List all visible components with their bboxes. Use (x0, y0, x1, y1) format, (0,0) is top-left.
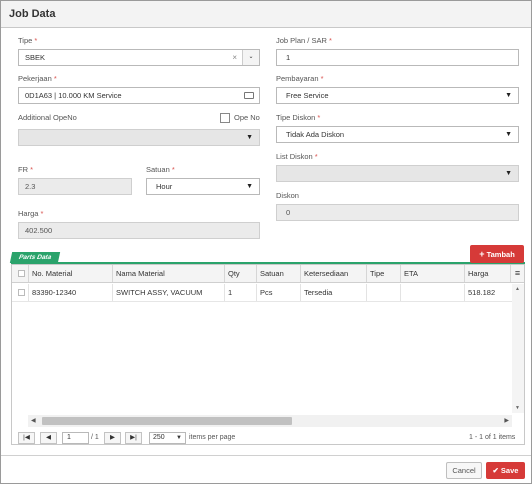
pekerjaan-input[interactable]: 0D1A63 | 10.000 KM Service (18, 87, 260, 104)
parts-grid: No. Material Nama Material Qty Satuan Ke… (11, 264, 525, 445)
scrollbar-thumb[interactable] (42, 417, 292, 425)
add-part-button[interactable]: + Tambah (470, 245, 524, 263)
chevron-down-icon: ▼ (505, 131, 512, 138)
harga-label: Harga * (18, 209, 44, 218)
ope-no-label: Ope No (234, 113, 260, 122)
col-header-qty[interactable]: Qty (224, 265, 256, 282)
cell-ketersediaan: Tersedia (300, 284, 366, 301)
cell-eta (400, 284, 464, 301)
chevron-down-icon: ▼ (246, 134, 253, 141)
first-page-button[interactable]: |◀ (18, 432, 35, 444)
col-header-harga[interactable]: Harga (464, 265, 510, 282)
diskon-value: 0 (286, 208, 291, 217)
scroll-right-icon[interactable]: ▶ (504, 417, 509, 424)
pekerjaan-label: Pekerjaan * (18, 74, 57, 83)
save-label: Save (500, 466, 519, 475)
check-icon: ✔ (492, 466, 499, 475)
next-page-icon: ▶ (110, 434, 115, 441)
scroll-left-icon[interactable]: ◀ (31, 417, 36, 424)
page-input[interactable]: 1 (62, 432, 89, 444)
cell-tipe (366, 284, 400, 301)
chevron-down-icon: ▼ (176, 435, 182, 441)
tipe-diskon-select[interactable]: Tidak Ada Diskon ▼ (276, 126, 519, 143)
pekerjaan-value: 0D1A63 | 10.000 KM Service (25, 91, 122, 100)
col-header-tipe[interactable]: Tipe (366, 265, 400, 282)
page-total: / 1 (91, 434, 99, 441)
cell-nama-material: SWITCH ASSY, VACUUM (112, 284, 224, 301)
page-size-select[interactable]: 250 ▼ (149, 432, 186, 444)
cancel-label: Cancel (452, 466, 476, 475)
satuan-select[interactable]: Hour ▼ (146, 178, 260, 195)
ope-no-checkbox[interactable] (220, 113, 230, 123)
table-row[interactable]: 83390-12340 SWITCH ASSY, VACUUM 1 Pcs Te… (12, 284, 512, 302)
chevron-down-icon: ▼ (246, 183, 253, 190)
col-header-nama-material[interactable]: Nama Material (112, 265, 224, 282)
cancel-button[interactable]: Cancel (446, 462, 482, 479)
first-page-icon: |◀ (23, 434, 30, 441)
horizontal-scrollbar[interactable]: ◀ ▶ (28, 415, 512, 427)
col-header-satuan[interactable]: Satuan (256, 265, 300, 282)
prev-page-button[interactable]: ◀ (40, 432, 57, 444)
job-plan-input[interactable]: 1 (276, 49, 519, 66)
chevron-down-icon: ▼ (505, 92, 512, 99)
pembayaran-value: Free Service (286, 91, 329, 100)
col-header-eta[interactable]: ETA (400, 265, 464, 282)
harga-input: 402.500 (18, 222, 260, 239)
dialog-title: Job Data (9, 8, 56, 20)
card-icon[interactable] (244, 92, 254, 99)
cell-qty: 1 (224, 284, 256, 301)
pager-summary: 1 - 1 of 1 items (469, 434, 516, 441)
grid-header: No. Material Nama Material Qty Satuan Ke… (12, 265, 524, 283)
list-diskon-select[interactable]: ▼ (276, 165, 519, 182)
harga-value: 402.500 (25, 226, 53, 235)
dialog-header: Job Data (1, 1, 531, 28)
fr-label: FR * (18, 165, 34, 174)
plus-icon: + (479, 249, 485, 259)
last-page-icon: ▶| (130, 434, 137, 441)
job-data-dialog: Job Data Tipe * SBEK × ⌄ Pekerjaan * 0D1… (0, 0, 532, 484)
tipe-label: Tipe * (18, 36, 38, 45)
additional-openo-select[interactable]: ▼ (18, 129, 260, 146)
page-value: 1 (67, 434, 71, 441)
last-page-button[interactable]: ▶| (125, 432, 142, 444)
tipe-select[interactable]: SBEK × ⌄ (18, 49, 260, 66)
fr-value: 2.3 (25, 182, 36, 191)
fr-input: 2.3 (18, 178, 132, 195)
page-size-value: 250 (153, 434, 165, 441)
cell-satuan: Pcs (256, 284, 300, 301)
vertical-scrollbar[interactable]: ▲ ▼ (512, 284, 524, 413)
cell-harga: 518.182 (464, 284, 512, 301)
scroll-down-icon[interactable]: ▼ (515, 405, 520, 411)
add-part-label: Tambah (486, 250, 515, 259)
tipe-diskon-label: Tipe Diskon * (276, 113, 321, 122)
list-diskon-label: List Diskon * (276, 152, 318, 161)
satuan-value: Hour (156, 182, 173, 191)
menu-icon[interactable]: ≡ (510, 265, 524, 282)
col-header-no-material[interactable]: No. Material (28, 265, 112, 282)
satuan-label: Satuan * (146, 165, 175, 174)
chevron-down-icon[interactable]: ⌄ (242, 50, 259, 65)
tipe-value: SBEK (25, 53, 46, 62)
next-page-button[interactable]: ▶ (104, 432, 121, 444)
row-checkbox[interactable] (18, 289, 25, 296)
select-all-checkbox[interactable] (18, 270, 25, 277)
diskon-label: Diskon (276, 191, 299, 200)
pembayaran-label: Pembayaran * (276, 74, 324, 83)
additional-openo-label: Additional OpeNo (18, 113, 77, 122)
save-button[interactable]: ✔ Save (486, 462, 525, 479)
diskon-input: 0 (276, 204, 519, 221)
job-plan-value: 1 (286, 53, 291, 62)
cell-no-material: 83390-12340 (28, 284, 112, 301)
prev-page-icon: ◀ (46, 434, 51, 441)
chevron-down-icon: ▼ (505, 170, 512, 177)
job-plan-label: Job Plan / SAR * (276, 36, 332, 45)
pembayaran-select[interactable]: Free Service ▼ (276, 87, 519, 104)
col-header-ketersediaan[interactable]: Ketersediaan (300, 265, 366, 282)
footer-divider (1, 455, 531, 456)
items-per-page-label: items per page (189, 434, 236, 441)
scroll-up-icon[interactable]: ▲ (515, 286, 520, 292)
tipe-diskon-value: Tidak Ada Diskon (286, 130, 345, 139)
clear-icon[interactable]: × (232, 50, 237, 65)
